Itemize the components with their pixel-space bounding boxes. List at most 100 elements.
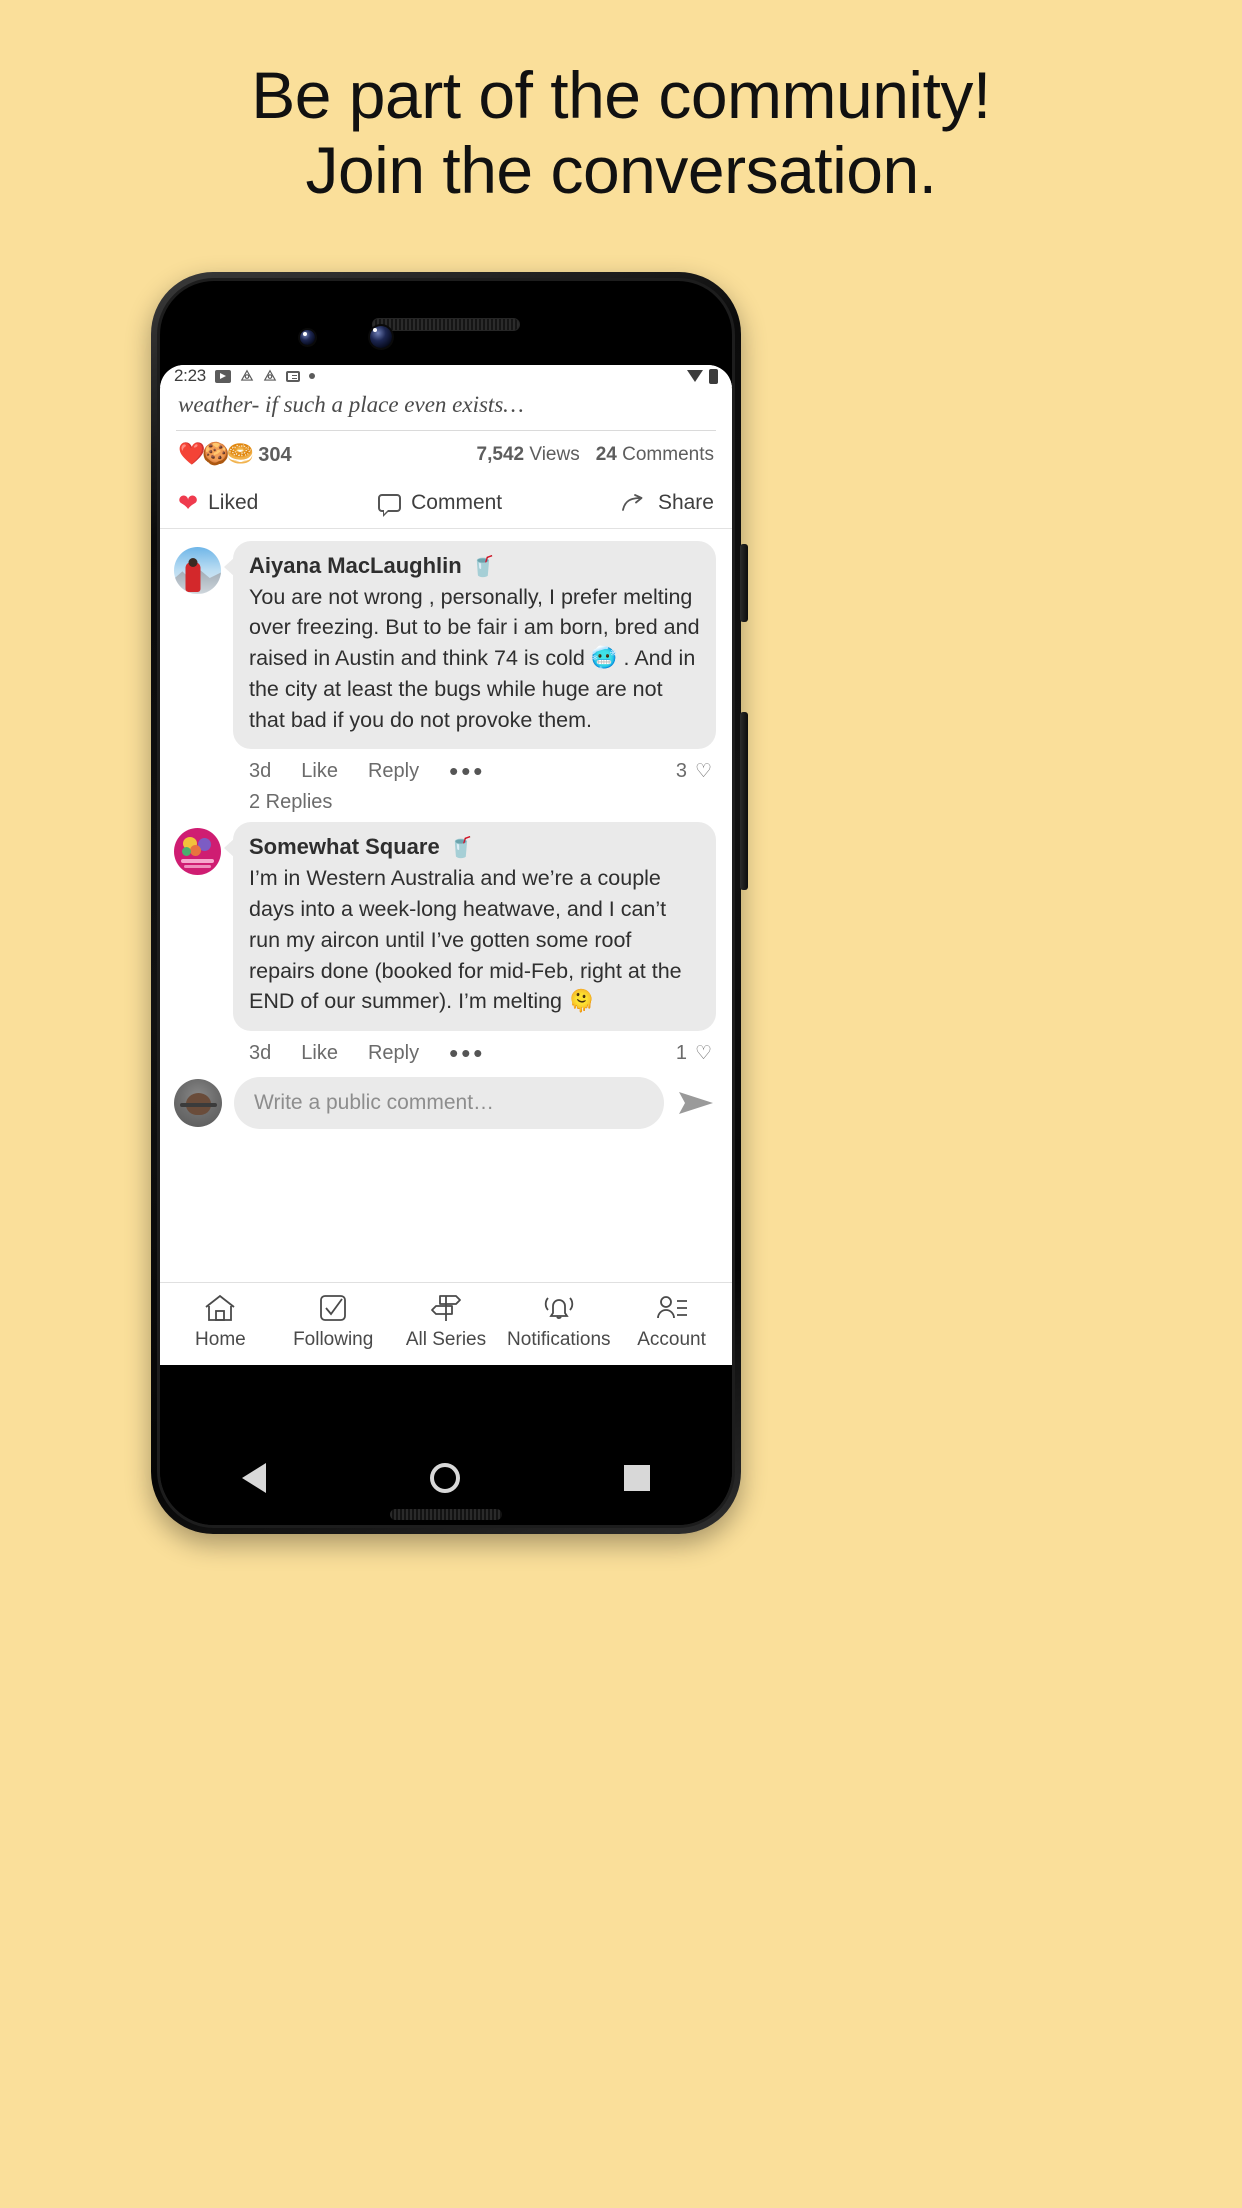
supporter-badge-icon: 🥤 [448, 835, 474, 860]
reaction-summary[interactable]: ❤️ 🍪 🥯 304 [178, 444, 292, 467]
comment-reply-action[interactable]: Reply [368, 760, 419, 783]
comment-author-name: Aiyana MacLaughlin [249, 552, 462, 578]
recents-square-icon[interactable] [624, 1465, 650, 1491]
phone-volume-button[interactable] [740, 712, 748, 890]
news-icon [285, 370, 300, 382]
front-camera-secondary-icon [370, 326, 392, 348]
comment-like-action[interactable]: Like [301, 760, 338, 783]
tab-following-label: Following [293, 1329, 374, 1350]
comment-replies-link[interactable]: 2 Replies [233, 783, 716, 816]
bottom-navigation: Home Following All Series Notifications … [160, 1282, 732, 1365]
comment-meta: 3d Like Reply ••• 1 ♡ [233, 1031, 716, 1065]
comment-like-action[interactable]: Like [301, 1042, 338, 1065]
play-store-icon [214, 369, 231, 383]
share-button[interactable]: Share [622, 491, 714, 515]
battery-icon [709, 368, 718, 384]
share-button-label: Share [657, 490, 714, 514]
home-icon [203, 1293, 237, 1323]
headline-line-2: Join the conversation. [305, 132, 937, 207]
comment-timestamp: 3d [249, 1042, 272, 1065]
post-excerpt: weather- if such a place even exists… [178, 392, 524, 417]
like-button-label: Liked [208, 490, 259, 514]
account-icon [655, 1293, 689, 1323]
supporter-badge-icon: 🥤 [470, 553, 496, 578]
comment-more-icon[interactable]: ••• [449, 758, 485, 783]
phone-bezel: 2:23 weather- if such a place even exist… [157, 278, 735, 1528]
views-stat: 7,542 Views [477, 444, 580, 466]
comment-author-name: Somewhat Square [249, 834, 440, 860]
heart-icon: ❤ [178, 488, 199, 517]
tab-all-series[interactable]: All Series [390, 1293, 503, 1351]
tab-following[interactable]: Following [277, 1293, 390, 1351]
tab-notifications-label: Notifications [507, 1329, 611, 1350]
bottom-speaker [390, 1509, 502, 1520]
comments-count: 24 [595, 444, 617, 466]
avatar[interactable] [174, 1079, 222, 1128]
like-button[interactable]: ❤ Liked [178, 491, 258, 515]
cookie-emoji-icon: 🍪 [202, 442, 230, 468]
comment-bubble: Aiyana MacLaughlin 🥤 You are not wrong ,… [224, 540, 716, 750]
views-label: Views [529, 444, 580, 466]
heart-emoji-icon: ❤️ [178, 442, 206, 468]
tab-account[interactable]: Account [615, 1293, 728, 1351]
comment-meta: 3d Like Reply ••• 3 ♡ [233, 749, 716, 783]
home-circle-icon[interactable] [430, 1463, 460, 1493]
comment-body: Aiyana MacLaughlin 🥤 You are not wrong ,… [224, 540, 716, 817]
page-title: Be part of the community! Join the conve… [0, 58, 1242, 207]
heart-outline-icon: ♡ [694, 1043, 712, 1065]
dot-icon [308, 373, 315, 379]
comments-list: Aiyana MacLaughlin 🥤 You are not wrong ,… [160, 529, 732, 1065]
comment-text: I’m in Western Australia and we’re a cou… [249, 866, 682, 1014]
checkbox-icon [318, 1293, 348, 1323]
avatar[interactable] [174, 828, 221, 876]
post-actions-row: ❤ Liked Comment Share [160, 480, 732, 529]
views-count: 7,542 [476, 444, 525, 466]
phone-power-button[interactable] [740, 544, 748, 622]
share-arrow-icon [622, 493, 648, 512]
comment-like-count-group[interactable]: 3 ♡ [676, 760, 712, 783]
status-bar: 2:23 [160, 365, 732, 387]
comment-composer: Write a public comment… [160, 1065, 732, 1143]
comment-item: Somewhat Square 🥤 I’m in Western Austral… [160, 816, 732, 1065]
post-stats-row: ❤️ 🍪 🥯 304 7,542 Views 24 Comments [160, 431, 732, 480]
comment-bubble: Somewhat Square 🥤 I’m in Western Austral… [224, 822, 716, 1032]
comment-author[interactable]: Somewhat Square 🥤 [249, 834, 700, 860]
comment-body: Somewhat Square 🥤 I’m in Western Austral… [224, 822, 716, 1065]
signpost-icon [430, 1293, 462, 1323]
tab-notifications[interactable]: Notifications [502, 1293, 615, 1351]
bagel-emoji-icon: 🥯 [226, 442, 255, 468]
send-arrow-icon[interactable] [676, 1087, 716, 1119]
tab-home[interactable]: Home [164, 1293, 277, 1351]
front-camera-icon [300, 330, 315, 345]
drop-alert-icon [240, 369, 254, 383]
status-right-icons [687, 368, 718, 384]
wifi-icon [687, 370, 703, 382]
bell-icon [542, 1293, 576, 1323]
comment-author[interactable]: Aiyana MacLaughlin 🥤 [249, 553, 700, 579]
phone-mockup: 2:23 weather- if such a place even exist… [151, 272, 748, 1534]
tab-account-label: Account [637, 1329, 706, 1350]
comment-button-label: Comment [411, 490, 503, 514]
comments-stat[interactable]: 24 Comments [596, 444, 714, 466]
headline-line-1: Be part of the community! [251, 58, 991, 132]
comment-item: Aiyana MacLaughlin 🥤 You are not wrong ,… [160, 535, 732, 817]
promo-page: Be part of the community! Join the conve… [0, 0, 1242, 2208]
comments-label: Comments [622, 444, 714, 466]
comment-like-count: 1 [675, 1042, 687, 1065]
back-triangle-icon[interactable] [242, 1463, 266, 1493]
comment-button[interactable]: Comment [378, 490, 503, 517]
avatar[interactable] [174, 546, 221, 594]
comment-reply-action[interactable]: Reply [368, 1042, 419, 1065]
comment-more-icon[interactable]: ••• [449, 1040, 485, 1065]
comment-timestamp: 3d [249, 760, 272, 783]
tab-home-label: Home [195, 1329, 246, 1350]
comment-like-count: 3 [675, 760, 687, 783]
earpiece-speaker [372, 318, 520, 331]
drop-alert-icon-2 [263, 369, 277, 383]
comment-text: You are not wrong , personally, I prefer… [249, 584, 700, 732]
phone-screen: 2:23 weather- if such a place even exist… [160, 365, 732, 1365]
speech-bubble-icon [378, 493, 402, 517]
post-stats-right: 7,542 Views 24 Comments [477, 444, 714, 466]
comment-input[interactable]: Write a public comment… [234, 1077, 664, 1130]
comment-like-count-group[interactable]: 1 ♡ [676, 1042, 712, 1065]
